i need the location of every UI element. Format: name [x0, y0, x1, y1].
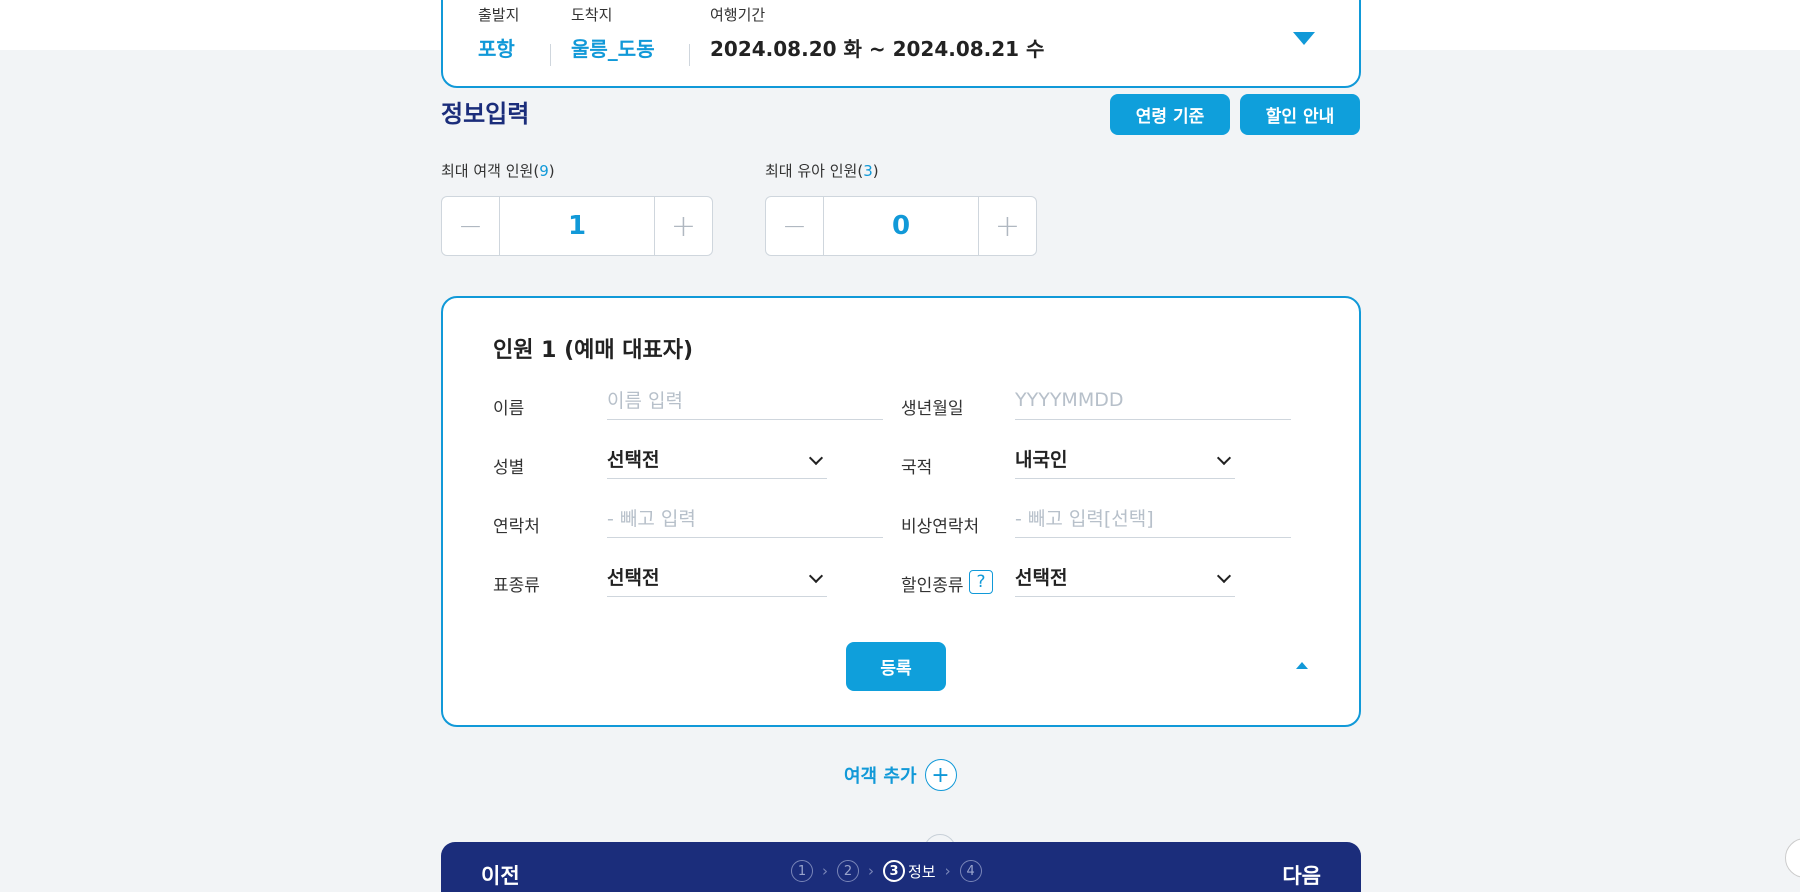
step-indicator: 1 › 2 › 3 정보 › 4 [791, 860, 982, 882]
max-passenger-label-suffix: ) [548, 162, 555, 180]
passenger-minus-button[interactable]: − [442, 197, 499, 255]
step-arrow-icon: › [822, 862, 828, 880]
infant-stepper: − 0 + [765, 196, 1037, 256]
passenger-stepper: − 1 + [441, 196, 713, 256]
emergency-contact-input[interactable]: - 빼고 입력[선택] [1015, 498, 1291, 538]
ticket-type-label: 표종류 [493, 576, 540, 596]
divider [550, 44, 551, 66]
divider [689, 44, 690, 66]
name-input[interactable]: 이름 입력 [607, 380, 883, 420]
max-infant-label-prefix: 최대 유아 인원( [765, 162, 864, 180]
max-passenger-count: 9 [539, 162, 549, 180]
travel-period-value: 2024.08.20 화 ~ 2024.08.21 수 [710, 37, 1045, 61]
departure-label: 출발지 [478, 6, 520, 24]
discount-type-label: 할인종류 [901, 576, 964, 596]
infant-count-value: 0 [823, 197, 979, 255]
nationality-select-value: 내국인 [1015, 449, 1068, 471]
contact-input[interactable]: - 빼고 입력 [607, 498, 883, 538]
active-step-name: 정보 [908, 862, 936, 881]
register-button[interactable]: 등록 [846, 642, 946, 691]
step-1: 1 [791, 860, 813, 882]
emergency-contact-label: 비상연락처 [901, 517, 980, 537]
nationality-label: 국적 [901, 458, 933, 478]
name-label: 이름 [493, 399, 525, 419]
add-passenger-label: 여객 추가 [844, 766, 917, 787]
infant-plus-button[interactable]: + [979, 197, 1036, 255]
departure-field[interactable]: 출발지 포항 [478, 4, 519, 62]
add-passenger-button[interactable]: 여객 추가 + [844, 759, 957, 791]
travel-period-field[interactable]: 여행기간 2024.08.20 화 ~ 2024.08.21 수 [710, 4, 1044, 62]
step-2: 2 [837, 860, 859, 882]
chevron-down-icon [808, 450, 824, 465]
max-infant-label-suffix: ) [872, 162, 879, 180]
step-arrow-icon: › [944, 862, 951, 880]
page-title: 정보입력 [441, 100, 530, 128]
gender-label: 성별 [493, 458, 525, 478]
arrival-field[interactable]: 도착지 울릉_도동 [571, 4, 655, 62]
ticket-type-select[interactable]: 선택전 [607, 557, 827, 597]
passenger-plus-button[interactable]: + [655, 197, 712, 255]
travel-period-label: 여행기간 [710, 6, 766, 24]
caret-down-icon[interactable] [1293, 32, 1315, 45]
step-arrow-icon: › [868, 862, 874, 880]
max-passenger-label-prefix: 최대 여객 인원( [441, 162, 540, 180]
gender-select[interactable]: 선택전 [607, 439, 827, 479]
discount-type-select[interactable]: 선택전 [1015, 557, 1235, 597]
passenger-form-card: 인원 1 (예매 대표자) 이름 이름 입력 생년월일 YYYYMMDD 성별 … [441, 296, 1361, 727]
birthdate-input[interactable]: YYYYMMDD [1015, 380, 1291, 420]
max-infant-count: 3 [863, 162, 873, 180]
plus-icon: + [924, 759, 957, 791]
departure-value: 포항 [478, 37, 515, 61]
chevron-down-icon [1216, 450, 1232, 465]
birthdate-label: 생년월일 [901, 399, 964, 419]
chevron-down-icon [808, 568, 824, 583]
passenger-title: 인원 1 (예매 대표자) [493, 338, 694, 363]
arrival-value: 울릉_도동 [571, 37, 655, 61]
nationality-select[interactable]: 내국인 [1015, 439, 1235, 479]
bottom-navigation-bar: 이전 1 › 2 › 3 정보 › 4 다음 [441, 842, 1361, 892]
scroll-top-button[interactable] [1785, 838, 1800, 878]
discount-type-select-value: 선택전 [1015, 567, 1068, 589]
gender-select-value: 선택전 [607, 449, 660, 471]
infant-minus-button[interactable]: − [766, 197, 823, 255]
passenger-count-value: 1 [499, 197, 655, 255]
next-button[interactable]: 다음 [1282, 860, 1321, 890]
age-criteria-button[interactable]: 연령 기준 [1110, 94, 1230, 135]
chevron-down-icon [1216, 568, 1232, 583]
trip-summary-card: 출발지 포항 도착지 울릉_도동 여행기간 2024.08.20 화 ~ 202… [441, 0, 1361, 88]
help-icon[interactable]: ? [969, 570, 993, 594]
max-passenger-label: 최대 여객 인원(9) [441, 160, 555, 181]
contact-label: 연락처 [493, 517, 540, 537]
arrival-label: 도착지 [571, 6, 613, 24]
collapse-icon[interactable] [1296, 662, 1308, 669]
ticket-type-select-value: 선택전 [607, 567, 660, 589]
step-4: 4 [959, 860, 982, 882]
max-infant-label: 최대 유아 인원(3) [765, 160, 879, 181]
prev-button[interactable]: 이전 [481, 860, 520, 890]
step-3: 3 [883, 860, 905, 882]
discount-info-button[interactable]: 할인 안내 [1240, 94, 1360, 135]
